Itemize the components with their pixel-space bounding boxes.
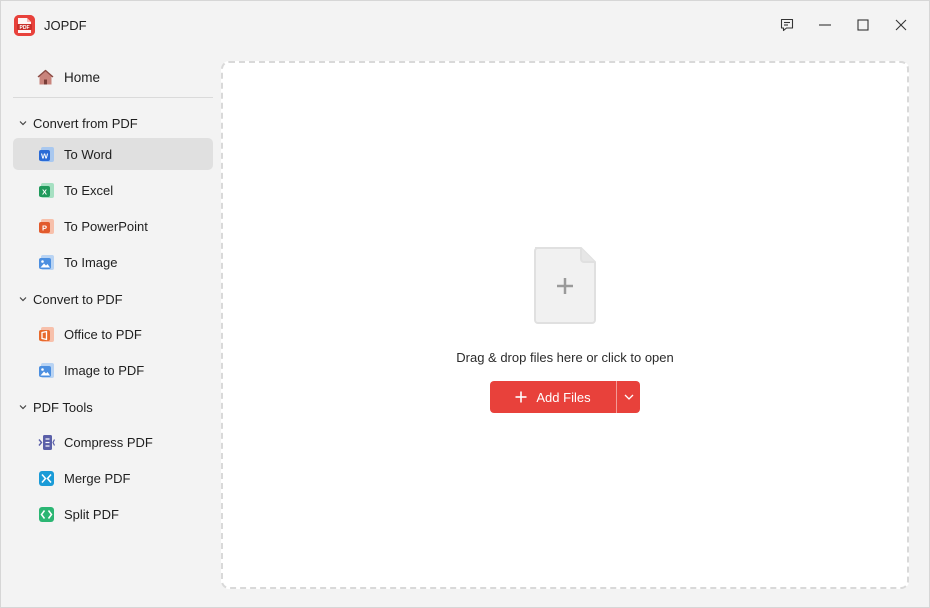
minimize-button[interactable] xyxy=(810,11,840,39)
logo-text: PDF xyxy=(20,25,30,31)
sidebar-item-label: Office to PDF xyxy=(64,326,142,342)
sidebar-item-label: To Image xyxy=(64,254,118,270)
svg-text:X: X xyxy=(42,187,47,196)
sidebar-item-label: Image to PDF xyxy=(64,362,145,378)
sidebar-item-label: To Excel xyxy=(64,182,114,198)
title-bar: PDF JOPDF xyxy=(1,1,929,49)
sidebar-item-label: Merge PDF xyxy=(64,470,131,486)
add-files-dropdown-button[interactable] xyxy=(616,381,640,413)
office-icon xyxy=(39,326,54,342)
feedback-icon xyxy=(780,18,794,32)
compress-icon xyxy=(38,434,55,450)
sidebar-item-merge-pdf[interactable]: Merge PDF xyxy=(13,462,213,494)
add-files-button[interactable]: Add Files xyxy=(490,381,616,413)
plus-icon xyxy=(515,391,527,403)
sidebar-item-to-word[interactable]: W To Word xyxy=(13,138,213,170)
sidebar: Home Convert from PDF W To Word X To Exc… xyxy=(1,49,219,605)
sidebar-item-image-to-pdf[interactable]: Image to PDF xyxy=(13,354,213,386)
word-icon: W xyxy=(39,146,54,162)
section-convert-from-pdf[interactable]: Convert from PDF xyxy=(13,107,213,139)
split-icon xyxy=(39,506,54,522)
section-label: Convert from PDF xyxy=(33,115,138,131)
chevron-down-icon xyxy=(17,117,29,129)
sidebar-item-label: Split PDF xyxy=(64,506,119,522)
close-button[interactable] xyxy=(886,11,916,39)
sidebar-item-split-pdf[interactable]: Split PDF xyxy=(13,498,213,530)
sidebar-item-label: To Word xyxy=(64,146,113,162)
sidebar-item-label: To PowerPoint xyxy=(64,218,148,234)
section-convert-to-pdf[interactable]: Convert to PDF xyxy=(13,283,213,315)
sidebar-item-home[interactable]: Home xyxy=(13,61,213,93)
sidebar-item-to-powerpoint[interactable]: P To PowerPoint xyxy=(13,210,213,242)
section-label: PDF Tools xyxy=(33,399,93,415)
drop-hint: Drag & drop files here or click to open xyxy=(456,350,674,365)
section-pdf-tools[interactable]: PDF Tools xyxy=(13,391,213,423)
sidebar-item-label: Compress PDF xyxy=(64,434,153,450)
chevron-down-icon xyxy=(17,293,29,305)
add-file-placeholder[interactable] xyxy=(531,245,599,325)
home-icon xyxy=(37,69,54,84)
sidebar-item-label: Home xyxy=(64,69,101,85)
app-logo-icon: PDF xyxy=(14,15,35,36)
maximize-button[interactable] xyxy=(848,11,878,39)
sidebar-item-to-image[interactable]: To Image xyxy=(13,246,213,278)
image-icon xyxy=(39,254,54,270)
feedback-button[interactable] xyxy=(772,11,802,39)
maximize-icon xyxy=(857,19,869,31)
add-files-label: Add Files xyxy=(536,389,591,405)
image-icon xyxy=(39,362,54,378)
excel-icon: X xyxy=(39,182,54,198)
sidebar-item-office-to-pdf[interactable]: Office to PDF xyxy=(13,318,213,350)
sidebar-divider xyxy=(13,97,213,98)
add-file-icon xyxy=(534,247,596,324)
app-window: PDF JOPDF Home Convert from PDF W To Wor… xyxy=(0,0,930,608)
sidebar-item-compress-pdf[interactable]: Compress PDF xyxy=(13,426,213,458)
chevron-down-icon xyxy=(17,401,29,413)
section-label: Convert to PDF xyxy=(33,291,123,307)
drop-zone[interactable]: Drag & drop files here or click to open … xyxy=(221,61,909,589)
minimize-icon xyxy=(819,24,831,26)
app-title: JOPDF xyxy=(44,18,87,33)
close-icon xyxy=(895,19,907,31)
merge-icon xyxy=(39,470,54,486)
sidebar-item-to-excel[interactable]: X To Excel xyxy=(13,174,213,206)
powerpoint-icon: P xyxy=(39,218,54,234)
svg-text:W: W xyxy=(41,151,49,160)
chevron-down-icon xyxy=(624,394,633,400)
svg-text:P: P xyxy=(42,223,47,232)
